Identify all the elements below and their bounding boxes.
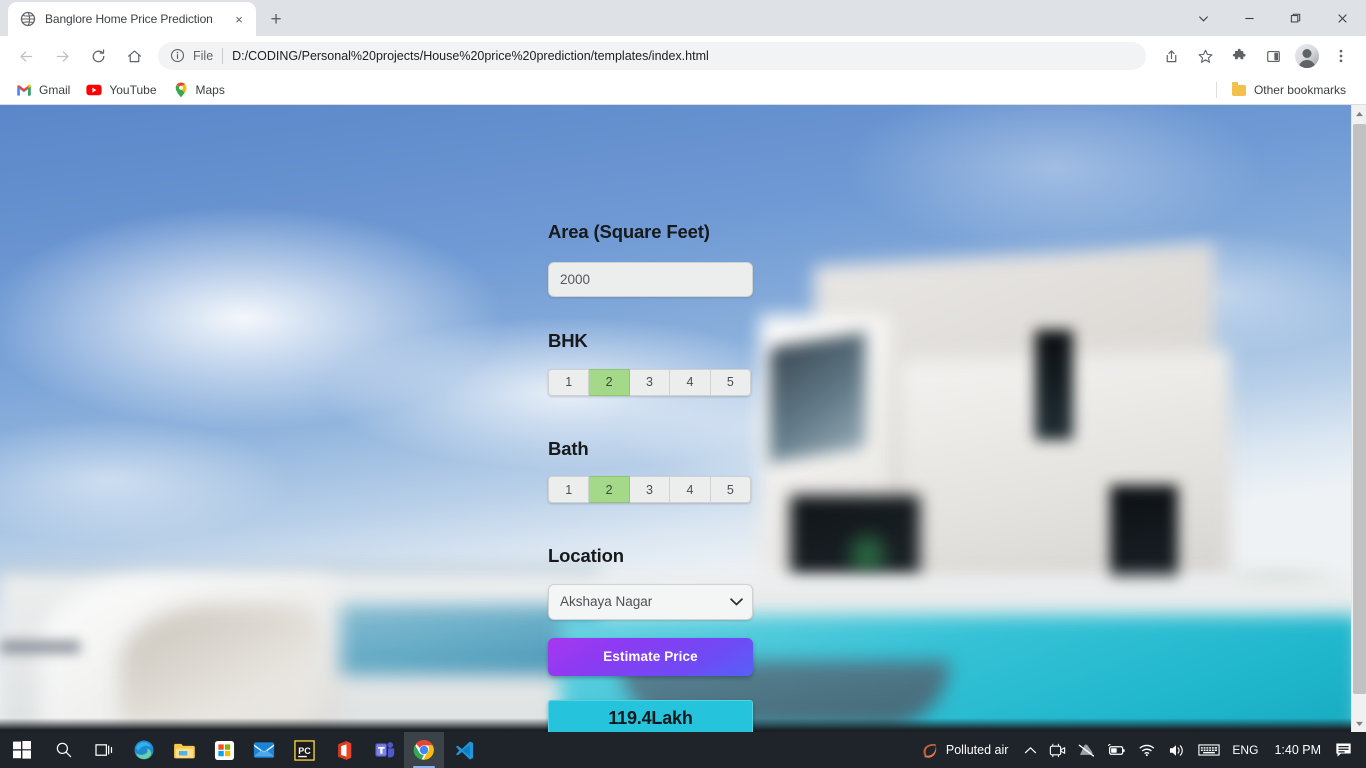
side-panel-icon[interactable] bbox=[1259, 42, 1287, 70]
home-icon[interactable] bbox=[119, 41, 149, 71]
avatar[interactable] bbox=[1295, 44, 1319, 68]
bookmark-maps[interactable]: Maps bbox=[169, 79, 233, 101]
bath-option-4[interactable]: 4 bbox=[670, 476, 711, 503]
language-indicator[interactable]: ENG bbox=[1226, 732, 1264, 768]
address-bar[interactable]: File D:/CODING/Personal%20projects/House… bbox=[158, 42, 1146, 70]
taskbar-apps: PC bbox=[0, 732, 484, 768]
bhk-option-3[interactable]: 3 bbox=[629, 368, 671, 396]
gmail-icon bbox=[16, 82, 32, 98]
battery-icon[interactable] bbox=[1101, 732, 1132, 768]
bath-option-group: 1 2 3 4 5 bbox=[548, 476, 752, 503]
bookmark-label: Gmail bbox=[39, 83, 71, 97]
close-icon[interactable] bbox=[1318, 0, 1366, 36]
other-bookmarks-button[interactable]: Other bookmarks bbox=[1227, 79, 1354, 101]
other-bookmarks-container: Other bookmarks bbox=[1215, 79, 1358, 101]
start-button[interactable] bbox=[0, 732, 44, 768]
scroll-down-arrow-icon[interactable] bbox=[1352, 715, 1366, 732]
price-prediction-form: Area (Square Feet) BHK 1 2 3 4 5 Bath 1 … bbox=[548, 221, 754, 732]
notification-icon[interactable] bbox=[1331, 742, 1362, 758]
location-select-wrapper: Akshaya Nagar bbox=[548, 583, 753, 620]
teams-icon[interactable] bbox=[364, 732, 404, 768]
estimate-price-button[interactable]: Estimate Price bbox=[548, 637, 753, 676]
bookmark-gmail[interactable]: Gmail bbox=[12, 79, 78, 101]
back-arrow-icon[interactable] bbox=[11, 41, 41, 71]
share-icon[interactable] bbox=[1157, 42, 1185, 70]
task-view-icon[interactable] bbox=[84, 732, 124, 768]
bhk-option-4[interactable]: 4 bbox=[670, 368, 711, 396]
puzzle-icon[interactable] bbox=[1225, 42, 1253, 70]
search-icon[interactable] bbox=[44, 732, 84, 768]
estimated-price-result: 119.4Lakh bbox=[548, 699, 753, 732]
page-viewport: Area (Square Feet) BHK 1 2 3 4 5 Bath 1 … bbox=[0, 105, 1366, 732]
speaker-icon[interactable] bbox=[1162, 732, 1192, 768]
edge-icon[interactable] bbox=[124, 732, 164, 768]
keyboard-icon[interactable] bbox=[1192, 732, 1226, 768]
bath-option-3[interactable]: 3 bbox=[629, 476, 671, 503]
clock[interactable]: 1:40 PM bbox=[1264, 743, 1331, 757]
weather-widget[interactable]: Polluted air bbox=[913, 742, 1019, 759]
store-icon[interactable] bbox=[204, 732, 244, 768]
other-bookmarks-label: Other bookmarks bbox=[1253, 83, 1346, 97]
system-tray: Polluted air ENG 1:40 PM bbox=[913, 732, 1366, 768]
tab-strip: Banglore Home Price Prediction × + bbox=[0, 0, 1366, 36]
weather-label: Polluted air bbox=[945, 743, 1009, 757]
svg-text:PC: PC bbox=[298, 745, 311, 755]
bath-label: Bath bbox=[548, 437, 589, 459]
three-dots-icon[interactable] bbox=[1327, 42, 1355, 70]
pycharm-icon[interactable]: PC bbox=[284, 732, 324, 768]
globe-icon bbox=[20, 11, 36, 27]
window-controls bbox=[1180, 0, 1366, 36]
bhk-label: BHK bbox=[548, 330, 588, 351]
maximize-icon[interactable] bbox=[1272, 0, 1318, 36]
camera-icon[interactable] bbox=[1043, 732, 1072, 768]
windows-taskbar: PC Polluted air ENG 1:40 PM bbox=[0, 732, 1366, 768]
office-icon[interactable] bbox=[324, 732, 364, 768]
scrollbar-thumb[interactable] bbox=[1353, 124, 1366, 694]
bhk-option-2[interactable]: 2 bbox=[589, 368, 630, 396]
tab-title: Banglore Home Price Prediction bbox=[45, 12, 213, 26]
youtube-icon bbox=[86, 82, 102, 98]
location-label: Location bbox=[548, 545, 624, 566]
folder-icon[interactable] bbox=[164, 732, 204, 768]
browser-window: Banglore Home Price Prediction × + File … bbox=[0, 0, 1366, 732]
maps-pin-icon bbox=[173, 82, 189, 98]
mail-icon[interactable] bbox=[244, 732, 284, 768]
area-input[interactable] bbox=[548, 262, 753, 297]
browser-toolbar: File D:/CODING/Personal%20projects/House… bbox=[0, 36, 1366, 76]
minimize-icon[interactable] bbox=[1226, 0, 1272, 36]
disabled-icon[interactable] bbox=[1072, 732, 1101, 768]
star-icon[interactable] bbox=[1191, 42, 1219, 70]
bookmarks-divider bbox=[1215, 82, 1217, 98]
leaf-icon bbox=[923, 743, 937, 758]
info-circle-icon bbox=[170, 48, 186, 64]
bookmark-label: YouTube bbox=[109, 83, 157, 97]
new-tab-button[interactable]: + bbox=[262, 5, 290, 33]
page-scrollbar[interactable] bbox=[1351, 105, 1366, 732]
url-scheme-label: File bbox=[193, 49, 214, 63]
bath-option-5[interactable]: 5 bbox=[710, 476, 752, 503]
bath-option-1[interactable]: 1 bbox=[548, 476, 590, 503]
bath-option-2[interactable]: 2 bbox=[589, 476, 630, 503]
bhk-option-5[interactable]: 5 bbox=[710, 368, 752, 396]
chrome-icon[interactable] bbox=[404, 732, 444, 768]
omnibox-divider bbox=[222, 48, 224, 64]
vscode-icon[interactable] bbox=[444, 732, 484, 768]
wifi-icon[interactable] bbox=[1132, 732, 1162, 768]
forward-arrow-icon[interactable] bbox=[47, 41, 77, 71]
scroll-up-arrow-icon[interactable] bbox=[1352, 105, 1366, 122]
close-icon[interactable]: × bbox=[230, 10, 248, 28]
bhk-option-1[interactable]: 1 bbox=[548, 368, 590, 396]
bookmark-label: Maps bbox=[195, 83, 225, 97]
location-select[interactable]: Akshaya Nagar bbox=[548, 583, 753, 620]
browser-tab[interactable]: Banglore Home Price Prediction × bbox=[8, 2, 256, 36]
url-text: D:/CODING/Personal%20projects/House%20pr… bbox=[232, 49, 709, 63]
area-label: Area (Square Feet) bbox=[548, 221, 710, 242]
bhk-option-group: 1 2 3 4 5 bbox=[548, 368, 752, 396]
bookmark-youtube[interactable]: YouTube bbox=[82, 79, 164, 101]
reload-icon[interactable] bbox=[83, 41, 113, 71]
chevron-down-icon[interactable] bbox=[1180, 0, 1226, 36]
folder-icon bbox=[1231, 81, 1247, 98]
chevron-up-icon[interactable] bbox=[1018, 732, 1043, 768]
bookmarks-bar: Gmail YouTube Maps Other bookmarks bbox=[0, 76, 1366, 105]
